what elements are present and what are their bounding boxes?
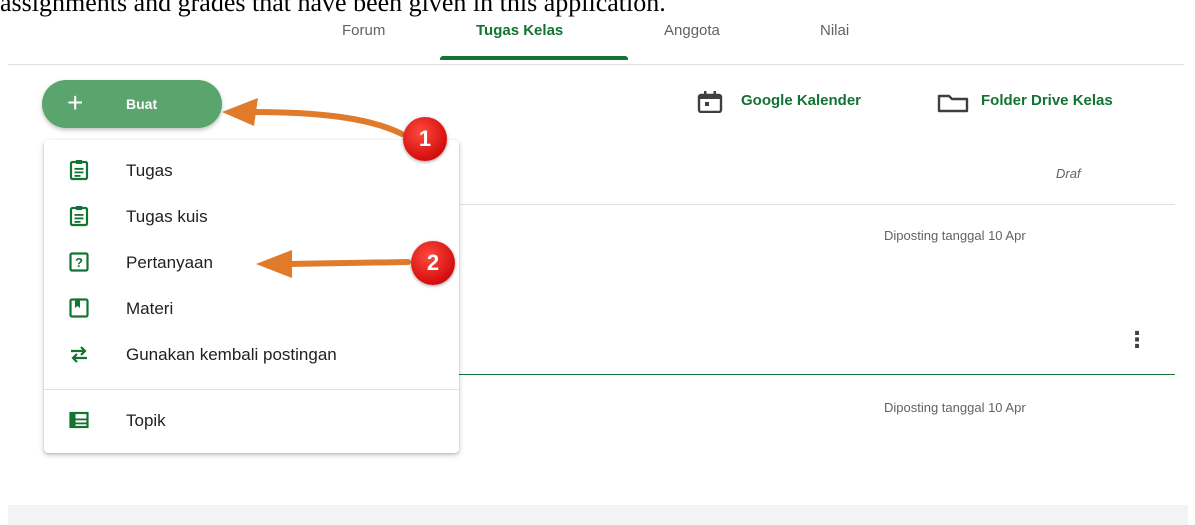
class-drive-folder-link[interactable]: Folder Drive Kelas <box>981 92 1113 109</box>
menu-item-label: Tugas <box>126 161 173 180</box>
annotation-badge-1: 1 <box>403 117 447 161</box>
tab-anggota[interactable]: Anggota <box>664 22 720 39</box>
create-button-label: Buat <box>126 96 158 112</box>
menu-item-label: Pertanyaan <box>126 253 213 272</box>
question-icon: ? <box>69 252 89 272</box>
tab-nilai[interactable]: Nilai <box>820 22 849 39</box>
calendar-icon <box>697 91 723 113</box>
menu-item-tugas[interactable]: Tugas <box>44 149 459 193</box>
more-options-icon[interactable]: ⋮ <box>1126 329 1148 351</box>
topic-icon <box>69 411 89 429</box>
tabs-divider <box>8 64 1184 65</box>
menu-item-materi[interactable]: Materi <box>44 287 459 331</box>
create-button[interactable]: + Buat <box>42 80 222 128</box>
posted-date: Diposting tanggal 10 Apr <box>884 228 1026 243</box>
annotation-badge-2: 2 <box>411 241 455 285</box>
stream-divider-accent <box>420 374 1175 375</box>
tab-forum[interactable]: Forum <box>342 22 385 39</box>
plus-icon: + <box>67 87 84 118</box>
draft-label: Draf <box>1056 166 1081 181</box>
caption-text: assignments and grades that have been gi… <box>0 0 666 17</box>
menu-item-label: Topik <box>126 411 166 430</box>
tab-tugas-kelas[interactable]: Tugas Kelas <box>476 22 563 39</box>
stream-divider <box>460 204 1175 205</box>
active-tab-indicator <box>440 56 628 60</box>
assignment-icon <box>69 160 89 181</box>
menu-item-label: Materi <box>126 299 174 318</box>
menu-item-label: Gunakan kembali postingan <box>126 345 337 364</box>
bottom-band <box>8 505 1188 525</box>
menu-item-label: Tugas kuis <box>126 207 208 226</box>
menu-item-pertanyaan[interactable]: ? Pertanyaan <box>44 241 459 285</box>
google-calendar-link[interactable]: Google Kalender <box>741 92 861 109</box>
create-menu: Tugas Tugas kuis ? Pertanyaan Materi Gun… <box>44 140 459 453</box>
arrow-1 <box>249 109 405 137</box>
menu-divider <box>44 389 459 390</box>
reuse-icon <box>71 346 87 363</box>
arrowhead-1 <box>222 98 258 126</box>
menu-item-topik[interactable]: Topik <box>44 399 459 443</box>
posted-date: Diposting tanggal 10 Apr <box>884 400 1026 415</box>
menu-item-tugas-kuis[interactable]: Tugas kuis <box>44 195 459 239</box>
folder-icon <box>937 94 969 113</box>
menu-item-reuse-post[interactable]: Gunakan kembali postingan <box>44 333 459 377</box>
quiz-assignment-icon <box>69 206 89 227</box>
material-icon <box>69 298 89 318</box>
svg-text:?: ? <box>75 255 83 270</box>
